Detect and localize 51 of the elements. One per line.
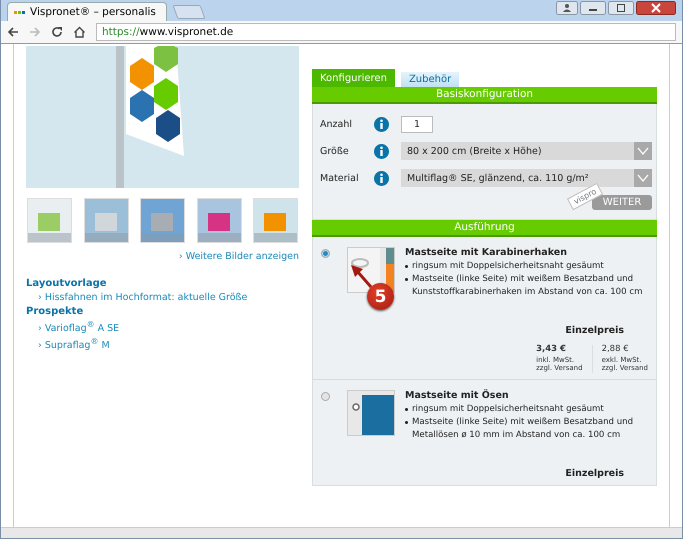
favicon-icon <box>14 10 25 14</box>
field-label: Material <box>320 172 360 184</box>
download-link[interactable]: › Varioflag$^{®}$ A SE <box>26 320 299 334</box>
bullet-icon <box>405 278 408 281</box>
download-link[interactable]: › Supraflag$^{®}$ M <box>26 337 299 352</box>
product-thumbnail[interactable] <box>140 198 185 243</box>
bullet-text: ringsum mit Doppelsicherheitsnaht gesäumt <box>412 260 604 273</box>
browser-tab[interactable]: Vispronet® – personalis <box>7 2 167 21</box>
price-header: Einzelpreis <box>565 325 624 336</box>
reload-icon[interactable] <box>51 26 63 38</box>
price-amount: 2,88 € <box>602 345 630 354</box>
minimize-icon[interactable] <box>580 1 606 15</box>
option-title: Mastseite mit Karabinerhaken <box>405 247 568 258</box>
info-icon[interactable] <box>374 144 389 158</box>
bullet-text: Mastseite (linke Seite) mit weißem Besatzband und Metallösen ø 10 mm im Abstand von ca. 100 cm <box>412 416 634 442</box>
more-images-link[interactable]: › Weitere Bilder anzeigen <box>178 251 299 262</box>
tab[interactable]: Konfigurieren <box>312 69 395 87</box>
section-header: Basiskonfiguration <box>312 87 657 104</box>
bullet-icon <box>405 265 408 268</box>
price-header: Einzelpreis <box>565 468 624 478</box>
section-heading: Layoutvorlage <box>26 278 108 289</box>
product-thumbnail[interactable] <box>253 198 298 243</box>
quantity-field[interactable]: 1 <box>401 116 433 133</box>
download-link[interactable]: › Hissfahnen im Hochformat: aktuelle Größe <box>26 292 299 303</box>
horizontal-scrollbar[interactable] <box>1 527 682 538</box>
product-thumbnail[interactable] <box>27 198 72 243</box>
info-icon[interactable] <box>374 117 389 132</box>
step-badge: 5 <box>367 283 394 310</box>
product-thumbnail[interactable] <box>196 198 242 243</box>
product-thumbnail[interactable] <box>84 198 128 243</box>
field-label: Anzahl <box>320 119 353 130</box>
home-icon[interactable] <box>73 26 86 38</box>
address-field[interactable]: https://www.vispronet.de <box>96 23 676 41</box>
back-arrow-icon[interactable] <box>7 26 19 38</box>
restore-icon[interactable] <box>608 1 634 15</box>
grommet-sample-photo <box>347 390 395 436</box>
user-icon[interactable] <box>556 1 578 15</box>
radio-button[interactable] <box>321 249 330 258</box>
bullet-icon <box>405 420 408 424</box>
info-icon[interactable] <box>374 170 389 186</box>
section-header: Ausführung <box>312 220 657 237</box>
bullet-icon <box>405 408 408 410</box>
price-amount: 3,43 € <box>536 345 567 354</box>
field-label: Größe <box>320 146 350 156</box>
section-heading: Prospekte <box>26 306 84 317</box>
radio-button[interactable] <box>321 392 330 400</box>
option-title: Mastseite mit Ösen <box>405 390 510 400</box>
tab[interactable]: Zubehör <box>400 72 460 87</box>
close-icon[interactable] <box>636 1 676 15</box>
bullet-text: ringsum mit Doppelsicherheitsnaht gesäumt <box>412 402 604 416</box>
bullet-text: Mastseite (linke Seite) mit weißem Besatzband und Kunststoffkarabinerhaken im Abstand von ca. 100 cm <box>412 273 644 299</box>
